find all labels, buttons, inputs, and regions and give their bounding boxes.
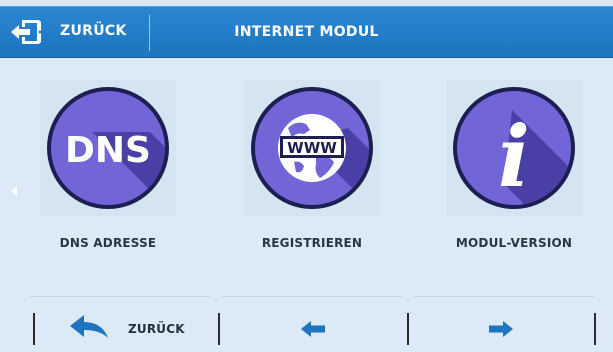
top-bar: ZURÜCK INTERNET MODUL: [0, 0, 613, 62]
svg-text:i: i: [498, 107, 530, 206]
module-version-label: MODUL-VERSION: [455, 236, 573, 250]
info-icon: i: [453, 87, 575, 209]
svg-text:DNS: DNS: [65, 130, 151, 171]
page-title: INTERNET MODUL: [234, 24, 379, 40]
nav-divider: [407, 313, 409, 345]
globe-www-icon: WWW: [251, 87, 373, 209]
register-tile[interactable]: WWW: [244, 80, 380, 216]
chevron-left-icon: [11, 186, 17, 196]
header-bar: ZURÜCK INTERNET MODUL: [0, 6, 613, 58]
dns-icon: DNS: [47, 87, 169, 209]
svg-text:WWW: WWW: [287, 139, 337, 157]
footer-back-label: ZURÜCK: [128, 322, 185, 336]
previous-button[interactable]: [226, 306, 400, 350]
arrow-right-icon: [489, 321, 513, 337]
divider: [30, 296, 210, 297]
nav-divider: [594, 313, 596, 345]
divider: [222, 296, 402, 297]
return-arrow-icon: [70, 315, 108, 338]
dns-address-tile[interactable]: DNS: [40, 80, 176, 216]
dns-address-label: DNS ADRESSE: [59, 236, 157, 250]
next-button[interactable]: [414, 306, 588, 350]
bottom-nav-bar: ZURÜCK: [0, 300, 613, 352]
footer-back-button[interactable]: ZURÜCK: [40, 306, 210, 350]
arrow-left-icon: [301, 321, 325, 337]
module-version-tile[interactable]: i: [446, 80, 582, 216]
divider: [414, 296, 594, 297]
nav-divider: [218, 313, 220, 345]
nav-divider: [33, 313, 35, 345]
exit-door-icon: [11, 20, 42, 44]
back-label: ZURÜCK: [60, 23, 127, 39]
register-label: REGISTRIEREN: [261, 236, 363, 250]
